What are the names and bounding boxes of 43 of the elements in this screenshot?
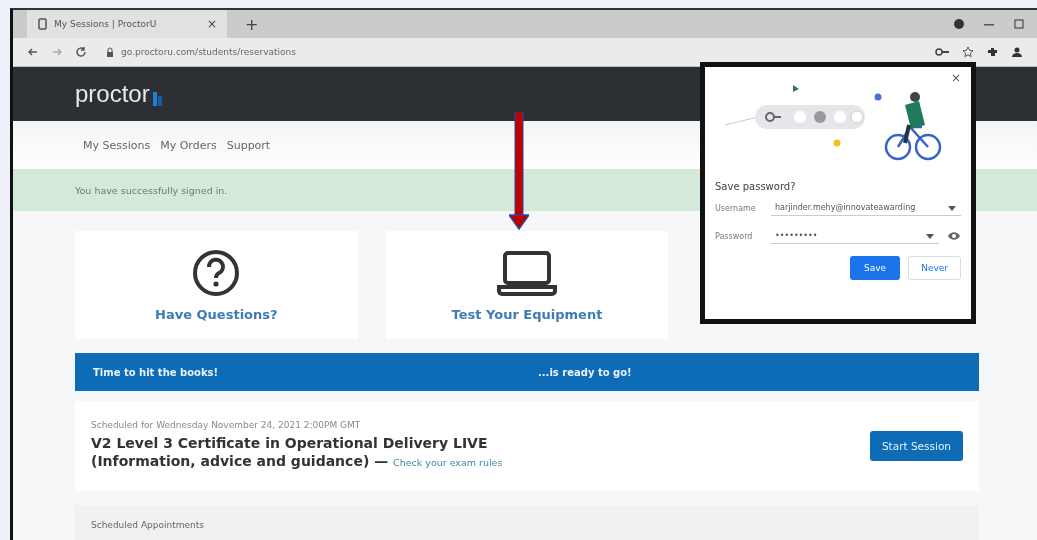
star-icon	[962, 46, 974, 58]
action-card[interactable]: Have Questions?	[75, 231, 358, 339]
field-label: Password	[715, 231, 754, 241]
person-icon	[1011, 46, 1023, 58]
caret-icon	[947, 203, 957, 212]
reload-icon	[75, 46, 87, 58]
nav-link[interactable]: My Orders	[160, 138, 217, 152]
banner-subtitle: ...is ready to go!	[538, 366, 632, 378]
appointments-heading: Scheduled Appointments	[91, 520, 204, 530]
question-icon	[192, 248, 241, 297]
start-session-button[interactable]: Start Session	[869, 431, 963, 461]
laptop-icon	[495, 248, 559, 297]
eye-icon	[947, 230, 961, 242]
exam-rules-link[interactable]: Check your exam rules	[393, 457, 503, 468]
action-card[interactable]: Test Your Equipment	[385, 231, 669, 339]
key-icon	[934, 46, 950, 58]
close-button[interactable]: ×	[950, 71, 961, 85]
profile-icon	[953, 18, 965, 30]
banner-title: Time to hit the books!	[93, 366, 220, 378]
logo-mark-icon	[151, 90, 163, 108]
tab-close-button[interactable]: ×	[206, 17, 217, 31]
dropdown-field[interactable]: •••••••••	[771, 228, 939, 244]
page-icon	[37, 18, 48, 30]
nav-link[interactable]: My Sessions	[83, 138, 151, 152]
new-tab-button[interactable]: +	[245, 14, 259, 34]
scheduled-date: Scheduled for Wednesday November 24, 2021 2:00PM GMT	[91, 420, 362, 430]
alert-message: You have successfully signed in.	[75, 184, 228, 196]
browser-tab[interactable]: My Sessions | ProctorU ×	[27, 10, 227, 38]
tab-title: My Sessions | ProctorU	[54, 19, 158, 29]
never-button[interactable]: Never	[908, 256, 961, 280]
maximize-icon	[1013, 18, 1025, 30]
field-label: Username	[715, 203, 757, 213]
back-icon	[27, 46, 39, 58]
nav-link[interactable]: Support	[226, 138, 271, 152]
dialog-title: Save password?	[715, 181, 797, 192]
proctor-logo[interactable]: proctor	[75, 80, 163, 108]
forward-icon	[51, 46, 63, 58]
puzzle-icon	[986, 46, 999, 58]
caret-icon	[925, 231, 935, 240]
exam-title: V2 Level 3 Certificate in Operational Delivery LIVE (Information, advice and guidance) — Check your exam rules	[91, 434, 504, 471]
lock-icon	[105, 46, 115, 58]
dropdown-field[interactable]: harjinder.mehy@innovateawarding	[771, 200, 961, 216]
save-button[interactable]: Save	[850, 256, 901, 280]
